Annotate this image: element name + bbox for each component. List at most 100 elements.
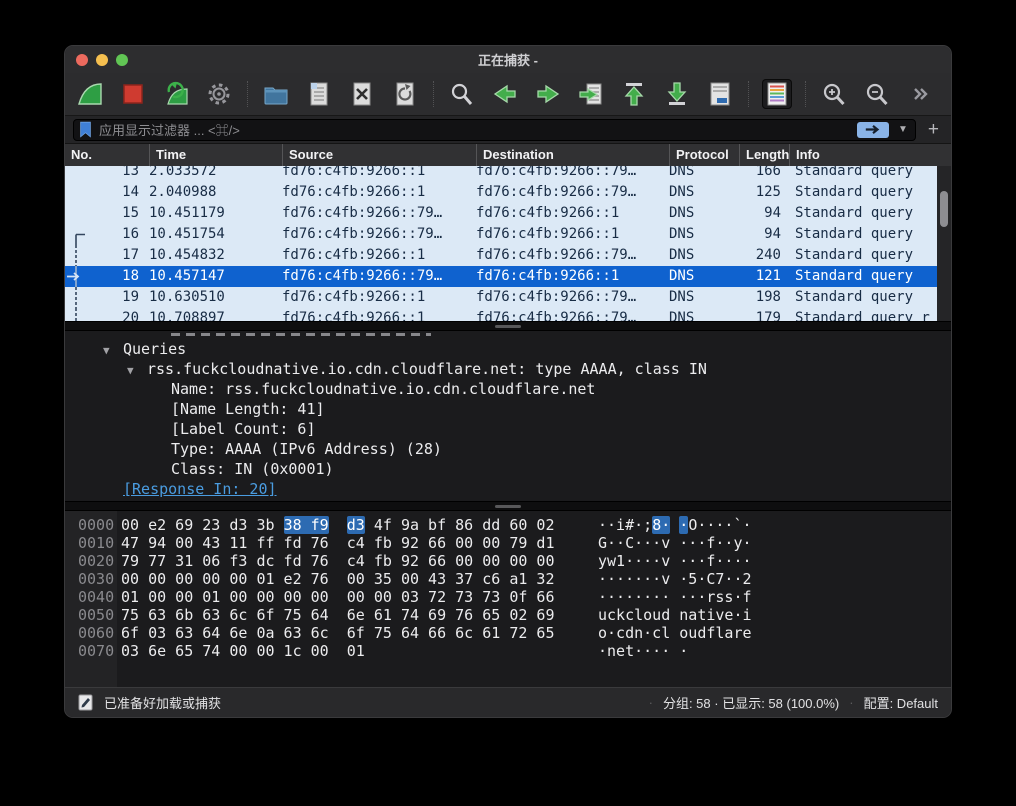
expand-arrow-icon[interactable]: ▼	[127, 361, 147, 379]
hex-row[interactable]: 00606f 03 63 64 6e 0a 63 6c 6f 75 64 66 …	[65, 624, 951, 642]
cell-time: 10.451179	[149, 203, 282, 224]
minimize-window-button[interactable]	[96, 54, 108, 66]
cell-info: Standard query	[789, 245, 937, 266]
column-header-time[interactable]: Time	[149, 144, 282, 166]
first-packet-icon[interactable]	[619, 79, 649, 109]
previous-packet-icon[interactable]	[490, 79, 520, 109]
hex-bytes[interactable]: 47 94 00 43 11 ff fd 76 c4 fb 92 66 00 0…	[121, 534, 561, 552]
packet-row-selected[interactable]: 1810.457147fd76:c4fb:9266::79…fd76:c4fb:…	[65, 266, 937, 287]
reload-capture-icon[interactable]	[390, 79, 420, 109]
list-details-splitter[interactable]	[65, 321, 951, 331]
details-hex-splitter[interactable]	[65, 501, 951, 511]
auto-scroll-icon[interactable]	[705, 79, 735, 109]
column-header-no[interactable]: No.	[65, 144, 149, 166]
find-packet-icon[interactable]	[447, 79, 477, 109]
ascii-bytes[interactable]: ········ ···rss·f	[598, 588, 752, 606]
column-header-length[interactable]: Length	[739, 144, 789, 166]
detail-line[interactable]: [Label Count: 6]	[65, 419, 951, 439]
packet-row[interactable]: 142.040988fd76:c4fb:9266::1fd76:c4fb:926…	[65, 182, 937, 203]
column-header-destination[interactable]: Destination	[476, 144, 669, 166]
capture-restart-icon[interactable]	[161, 79, 191, 109]
hex-row[interactable]: 001047 94 00 43 11 ff fd 76 c4 fb 92 66 …	[65, 534, 951, 552]
packet-row[interactable]: 132.033572fd76:c4fb:9266::1fd76:c4fb:926…	[65, 166, 937, 182]
ascii-bytes[interactable]: o·cdn·cl oudflare	[598, 624, 752, 642]
detail-line[interactable]: ▼Queries	[65, 339, 951, 359]
detail-line[interactable]: Class: IN (0x0001)	[65, 459, 951, 479]
hex-bytes[interactable]: 00 00 00 00 00 01 e2 76 00 35 00 43 37 c…	[121, 570, 561, 588]
colorize-packets-icon[interactable]	[762, 79, 792, 109]
goto-packet-icon[interactable]	[576, 79, 606, 109]
hex-row[interactable]: 003000 00 00 00 00 01 e2 76 00 35 00 43 …	[65, 570, 951, 588]
packet-row[interactable]: 1610.451754fd76:c4fb:9266::79…fd76:c4fb:…	[65, 224, 937, 245]
hex-row[interactable]: 002079 77 31 06 f3 dc fd 76 c4 fb 92 66 …	[65, 552, 951, 570]
column-header-protocol[interactable]: Protocol	[669, 144, 739, 166]
close-window-button[interactable]	[76, 54, 88, 66]
status-separator: ·	[649, 695, 653, 710]
filter-dropdown-caret[interactable]: ▼	[896, 124, 910, 135]
cell-protocol: DNS	[669, 203, 739, 224]
ascii-bytes[interactable]: ··i#·;8· ·O····`·	[598, 516, 752, 534]
profile-text[interactable]: 配置: Default	[864, 693, 938, 712]
ascii-bytes[interactable]: uckcloud native·i	[598, 606, 752, 624]
next-packet-icon[interactable]	[533, 79, 563, 109]
ascii-bytes[interactable]: ·net···· ·	[598, 642, 688, 660]
ascii-bytes[interactable]: ·······v ·5·C7··2	[598, 570, 752, 588]
last-packet-icon[interactable]	[662, 79, 692, 109]
column-header-info[interactable]: Info	[789, 144, 951, 166]
zoom-in-icon[interactable]	[819, 79, 849, 109]
window-title: 正在捕获 -	[478, 50, 538, 69]
hex-bytes[interactable]: 6f 03 63 64 6e 0a 63 6c 6f 75 64 66 6c 6…	[121, 624, 561, 642]
status-separator: ·	[849, 695, 853, 710]
packet-row[interactable]: 1910.630510fd76:c4fb:9266::1fd76:c4fb:92…	[65, 287, 937, 308]
ascii-bytes[interactable]: yw1····v ···f····	[598, 552, 752, 570]
close-capture-icon[interactable]	[347, 79, 377, 109]
display-filter-input[interactable]: 应用显示过滤器 ... <⌘/> ▼	[73, 119, 916, 141]
filter-bar: 应用显示过滤器 ... <⌘/> ▼ +	[65, 116, 951, 144]
cell-info: Standard query	[789, 224, 937, 245]
packet-row[interactable]: 1710.454832fd76:c4fb:9266::1fd76:c4fb:92…	[65, 245, 937, 266]
detail-line[interactable]: Type: AAAA (IPv6 Address) (28)	[65, 439, 951, 459]
zoom-out-icon[interactable]	[862, 79, 892, 109]
bookmark-icon[interactable]	[79, 121, 92, 138]
apply-filter-button[interactable]	[857, 122, 889, 138]
overflow-chevrons-icon[interactable]	[905, 79, 935, 109]
cell-protocol: DNS	[669, 224, 739, 245]
detail-line[interactable]: [Name Length: 41]	[65, 399, 951, 419]
scrollbar-thumb[interactable]	[940, 191, 948, 227]
hex-bytes[interactable]: 79 77 31 06 f3 dc fd 76 c4 fb 92 66 00 0…	[121, 552, 561, 570]
cell-source: fd76:c4fb:9266::1	[282, 308, 476, 321]
hex-bytes[interactable]: 01 00 00 01 00 00 00 00 00 00 03 72 73 7…	[121, 588, 561, 606]
capture-start-icon[interactable]	[75, 79, 105, 109]
ascii-bytes[interactable]: G··C···v ···f··y·	[598, 534, 752, 552]
cell-destination: fd76:c4fb:9266::79…	[476, 287, 669, 308]
save-capture-icon[interactable]	[304, 79, 334, 109]
hex-bytes[interactable]: 03 6e 65 74 00 00 1c 00 01	[121, 642, 561, 660]
column-header-source[interactable]: Source	[282, 144, 476, 166]
cell-destination: fd76:c4fb:9266::1	[476, 203, 669, 224]
packet-row[interactable]: 2010.708897fd76:c4fb:9266::1fd76:c4fb:92…	[65, 308, 937, 321]
hex-row[interactable]: 000000 e2 69 23 d3 3b 38 f9 d3 4f 9a bf …	[65, 516, 951, 534]
hex-row[interactable]: 007003 6e 65 74 00 00 1c 00 01·net···· ·	[65, 642, 951, 660]
apply-arrow-icon	[864, 124, 882, 135]
hex-bytes[interactable]: 00 e2 69 23 d3 3b 38 f9 d3 4f 9a bf 86 d…	[121, 516, 561, 534]
hex-row[interactable]: 004001 00 00 01 00 00 00 00 00 00 03 72 …	[65, 588, 951, 606]
capture-stop-icon[interactable]	[118, 79, 148, 109]
open-capture-icon[interactable]	[261, 79, 291, 109]
hex-bytes[interactable]: 75 63 6b 63 6c 6f 75 64 6e 61 74 69 76 6…	[121, 606, 561, 624]
cell-time: 10.457147	[149, 266, 282, 287]
title-bar[interactable]: 正在捕获 -	[65, 46, 951, 73]
expert-info-icon[interactable]	[78, 694, 93, 711]
cell-destination: fd76:c4fb:9266::79…	[476, 166, 669, 182]
cell-length: 240	[739, 245, 789, 266]
cell-info: Standard query	[789, 182, 937, 203]
fullscreen-window-button[interactable]	[116, 54, 128, 66]
packet-row[interactable]: 1510.451179fd76:c4fb:9266::79…fd76:c4fb:…	[65, 203, 937, 224]
capture-options-icon[interactable]	[204, 79, 234, 109]
detail-line[interactable]: ▼rss.fuckcloudnative.io.cdn.cloudflare.n…	[65, 359, 951, 379]
cell-info: Standard query	[789, 266, 937, 287]
detail-line-link[interactable]: [Response In: 20]	[65, 479, 951, 499]
detail-line[interactable]: Name: rss.fuckcloudnative.io.cdn.cloudfl…	[65, 379, 951, 399]
add-filter-button[interactable]: +	[924, 120, 943, 139]
hex-row[interactable]: 005075 63 6b 63 6c 6f 75 64 6e 61 74 69 …	[65, 606, 951, 624]
expand-arrow-icon[interactable]: ▼	[103, 341, 123, 359]
